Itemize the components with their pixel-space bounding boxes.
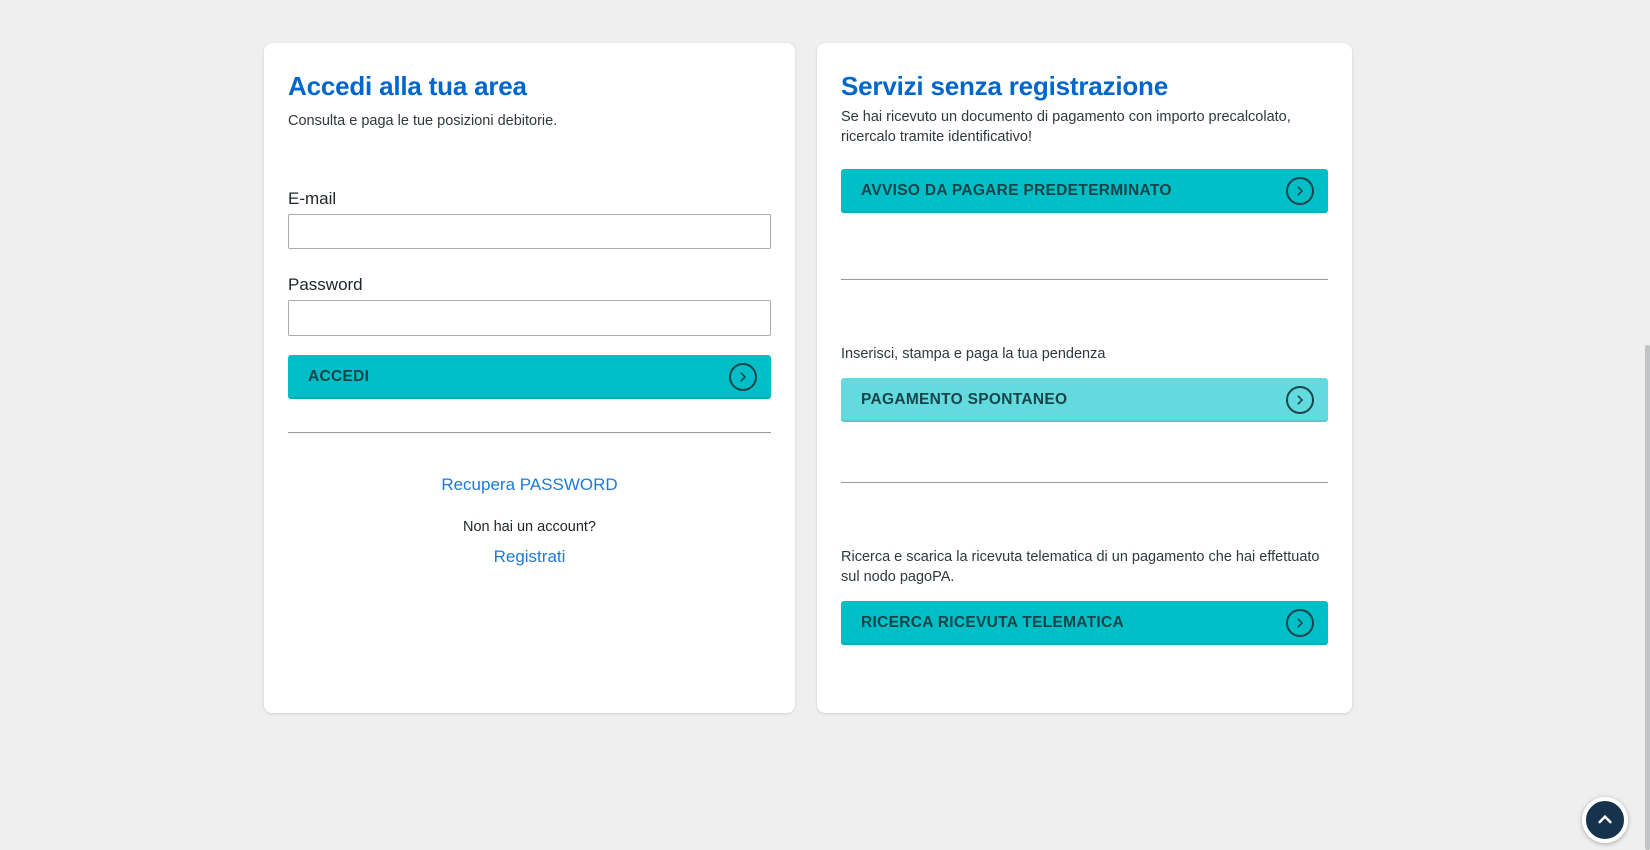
- chevron-right-icon: [1286, 609, 1314, 637]
- login-card: Accedi alla tua area Consulta e paga le …: [264, 43, 795, 713]
- chevron-right-icon: [1286, 386, 1314, 414]
- password-label: Password: [288, 273, 771, 297]
- service-description-spontaneo: Inserisci, stampa e paga la tua pendenza: [841, 344, 1328, 364]
- avviso-predeterminato-button[interactable]: AVVISO DA PAGARE PREDETERMINATO: [841, 169, 1328, 213]
- accedi-button[interactable]: ACCEDI: [288, 355, 771, 399]
- spontaneo-button-label: PAGAMENTO SPONTANEO: [861, 391, 1067, 409]
- login-subtitle: Consulta e paga le tue posizioni debitor…: [288, 111, 771, 131]
- email-label: E-mail: [288, 187, 771, 211]
- accedi-button-label: ACCEDI: [308, 368, 369, 386]
- avviso-button-label: AVVISO DA PAGARE PREDETERMINATO: [861, 182, 1172, 200]
- ricevuta-button-label: RICERCA RICEVUTA TELEMATICA: [861, 614, 1124, 632]
- register-link[interactable]: Registrati: [494, 545, 566, 569]
- services-title: Servizi senza registrazione: [841, 71, 1328, 101]
- no-account-text: Non hai un account?: [288, 517, 771, 537]
- scrollbar[interactable]: [1645, 345, 1650, 850]
- chevron-right-icon: [729, 363, 757, 391]
- service-description-avviso: Se hai ricevuto un documento di pagament…: [841, 107, 1328, 147]
- services-divider: [841, 279, 1328, 280]
- service-description-ricevuta: Ricerca e scarica la ricevuta telematica…: [841, 547, 1328, 587]
- login-links: Recupera PASSWORD Non hai un account? Re…: [288, 433, 771, 569]
- cards-container: Accedi alla tua area Consulta e paga le …: [264, 43, 1352, 713]
- login-title: Accedi alla tua area: [288, 71, 771, 101]
- ricerca-ricevuta-button[interactable]: RICERCA RICEVUTA TELEMATICA: [841, 601, 1328, 645]
- services-card: Servizi senza registrazione Se hai ricev…: [817, 43, 1352, 713]
- scroll-to-top-button[interactable]: [1582, 797, 1628, 843]
- email-input[interactable]: [288, 214, 771, 249]
- pagamento-spontaneo-button[interactable]: PAGAMENTO SPONTANEO: [841, 378, 1328, 422]
- chevron-right-icon: [1286, 177, 1314, 205]
- password-input[interactable]: [288, 300, 771, 336]
- recover-password-link[interactable]: Recupera PASSWORD: [441, 473, 617, 497]
- chevron-up-icon: [1595, 810, 1615, 830]
- services-divider: [841, 482, 1328, 483]
